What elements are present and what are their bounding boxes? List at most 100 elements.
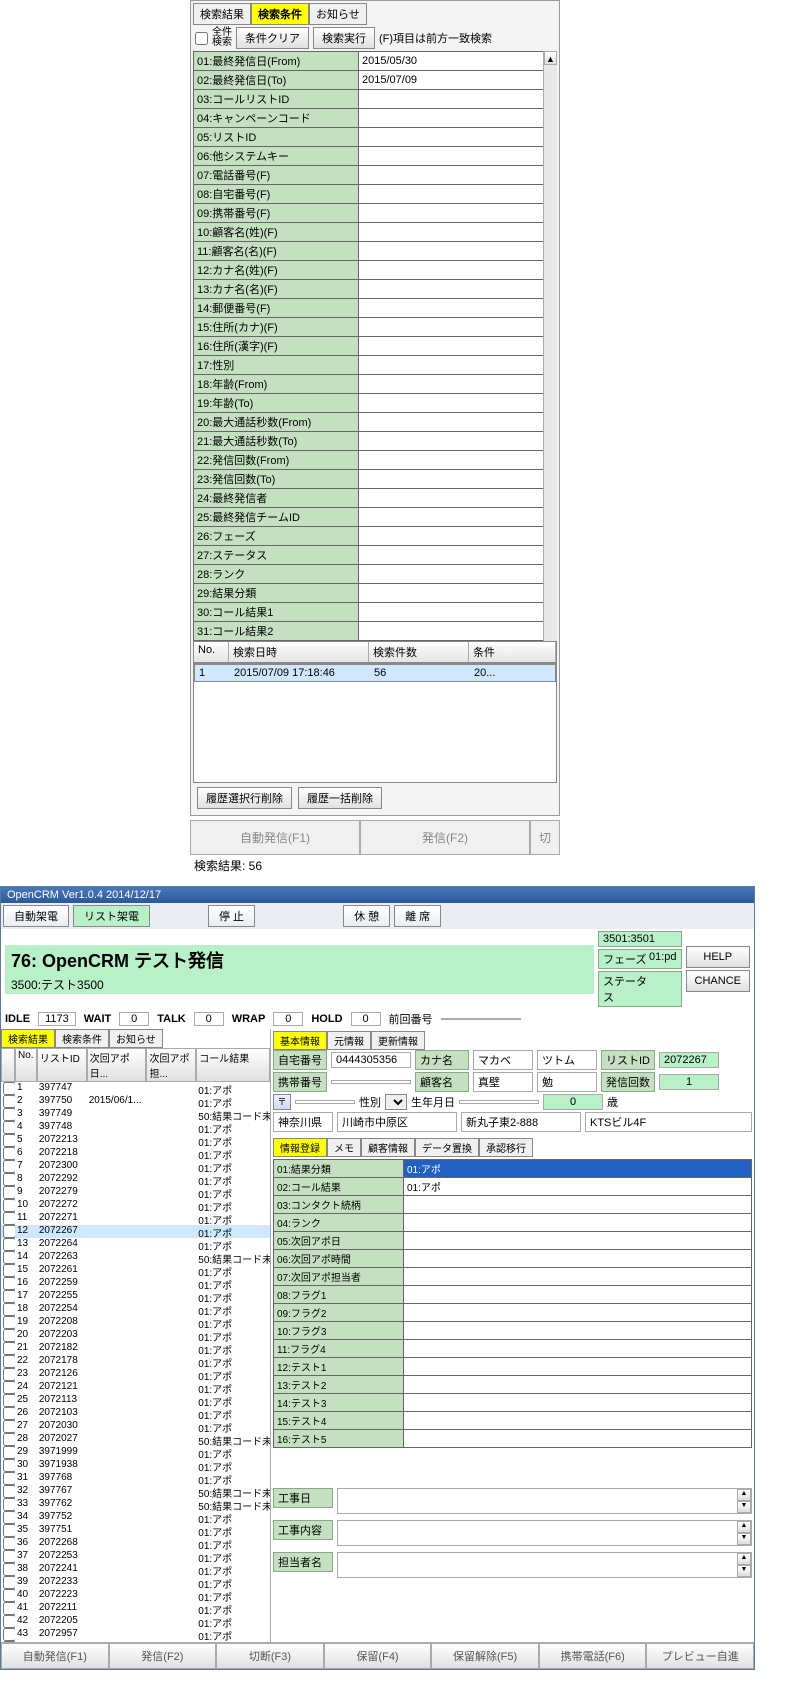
addr-value[interactable]: 新丸子東2-888 <box>461 1112 581 1132</box>
chance-button[interactable]: CHANCE <box>686 970 750 992</box>
list-row[interactable]: 12207226701:アポ <box>1 1225 270 1238</box>
row-checkbox[interactable] <box>3 1303 15 1316</box>
register-value[interactable] <box>404 1322 752 1340</box>
list-row[interactable]: 24207212101:アポ <box>1 1381 270 1394</box>
clear-conditions-button[interactable]: 条件クリア <box>236 27 309 49</box>
building-value[interactable]: KTSビル4F <box>585 1112 752 1132</box>
row-checkbox[interactable] <box>3 1524 15 1537</box>
spin-down-icon[interactable]: ▼ <box>737 1501 751 1513</box>
kana-sei[interactable]: マカベ <box>473 1050 533 1070</box>
tab-register[interactable]: 情報登録 <box>273 1138 327 1157</box>
list-row[interactable]: 22207217801:アポ <box>1 1355 270 1368</box>
condition-input[interactable] <box>359 413 557 432</box>
condition-input[interactable] <box>359 451 557 470</box>
register-value[interactable] <box>404 1394 752 1412</box>
list-row[interactable]: 15207226101:アポ <box>1 1264 270 1277</box>
list-dial-button[interactable]: リスト架電 <box>73 905 150 927</box>
row-checkbox[interactable] <box>3 1160 15 1173</box>
footer-button[interactable]: 保留(F4) <box>324 1643 432 1669</box>
list-row[interactable]: 17207225501:アポ <box>1 1290 270 1303</box>
row-checkbox[interactable] <box>3 1147 15 1160</box>
list-row[interactable]: 43207295701:アポ <box>1 1628 270 1641</box>
register-value[interactable] <box>404 1196 752 1214</box>
register-value[interactable]: 01:アポ <box>404 1178 752 1196</box>
condition-input[interactable] <box>359 204 557 223</box>
row-checkbox[interactable] <box>3 1407 15 1420</box>
condition-input[interactable]: 2015/05/30 <box>359 52 557 71</box>
row-checkbox[interactable] <box>3 1394 15 1407</box>
list-row[interactable]: 41207221101:アポ <box>1 1602 270 1615</box>
condition-input[interactable] <box>359 280 557 299</box>
tab-update-info[interactable]: 更新情報 <box>371 1031 425 1050</box>
row-checkbox[interactable] <box>3 1342 15 1355</box>
list-row[interactable]: 14207226350:結果コード未 <box>1 1251 270 1264</box>
condition-input[interactable] <box>359 299 557 318</box>
condition-input[interactable] <box>359 166 557 185</box>
row-checkbox[interactable] <box>3 1459 15 1472</box>
footer-button[interactable]: 自動発信(F1) <box>1 1643 109 1669</box>
condition-input[interactable] <box>359 546 557 565</box>
tab-orig-info[interactable]: 元情報 <box>327 1031 371 1050</box>
tab-notice[interactable]: お知らせ <box>309 3 367 25</box>
condition-input[interactable] <box>359 356 557 375</box>
customer-sei[interactable]: 真壁 <box>473 1072 533 1092</box>
list-row[interactable]: 10207227201:アポ <box>1 1199 270 1212</box>
row-checkbox[interactable] <box>3 1550 15 1563</box>
list-row[interactable]: 3139776801:アポ <box>1 1472 270 1485</box>
list-row[interactable]: 36207226801:アポ <box>1 1537 270 1550</box>
list-row[interactable]: 25207211301:アポ <box>1 1394 270 1407</box>
condition-input[interactable] <box>359 242 557 261</box>
tab-conditions[interactable]: 検索条件 <box>251 3 309 25</box>
list-row[interactable]: 40207222301:アポ <box>1 1589 270 1602</box>
spin-up-icon[interactable]: ▲ <box>737 1489 751 1501</box>
sex-select[interactable] <box>385 1094 407 1110</box>
execute-search-button[interactable]: 検索実行 <box>313 27 375 49</box>
register-value[interactable] <box>404 1304 752 1322</box>
memo-content-input[interactable]: ▲▼ <box>337 1520 752 1546</box>
list-row[interactable]: 37207225301:アポ <box>1 1550 270 1563</box>
register-value[interactable] <box>404 1232 752 1250</box>
row-checkbox[interactable] <box>3 1329 15 1342</box>
tab-customer[interactable]: 顧客情報 <box>361 1138 415 1157</box>
spin-up-icon[interactable]: ▲ <box>737 1553 751 1565</box>
stop-button[interactable]: 停 止 <box>208 905 255 927</box>
mobile-value[interactable] <box>331 1080 411 1084</box>
list-row[interactable]: 38207224101:アポ <box>1 1563 270 1576</box>
condition-input[interactable] <box>359 603 557 622</box>
row-checkbox[interactable] <box>3 1433 15 1446</box>
register-value[interactable] <box>404 1286 752 1304</box>
row-checkbox[interactable] <box>3 1420 15 1433</box>
condition-input[interactable] <box>359 147 557 166</box>
condition-input[interactable] <box>359 584 557 603</box>
tab-results[interactable]: 検索結果 <box>193 3 251 25</box>
list-row[interactable]: 5207221301:アポ <box>1 1134 270 1147</box>
row-checkbox[interactable] <box>3 1472 15 1485</box>
footer-button[interactable]: 携帯電話(F6) <box>539 1643 647 1669</box>
list-row[interactable]: 29397199901:アポ <box>1 1446 270 1459</box>
list-row[interactable]: 339774950:結果コード未 <box>1 1108 270 1121</box>
list-row[interactable]: 3539775101:アポ <box>1 1524 270 1537</box>
row-checkbox[interactable] <box>3 1199 15 1212</box>
spin-down-icon[interactable]: ▼ <box>737 1565 751 1577</box>
condition-input[interactable] <box>359 109 557 128</box>
list-row[interactable]: 20207220301:アポ <box>1 1329 270 1342</box>
list-row[interactable]: 30397193801:アポ <box>1 1459 270 1472</box>
row-checkbox[interactable] <box>3 1537 15 1550</box>
list-row[interactable]: 7207230001:アポ <box>1 1160 270 1173</box>
dob-value[interactable] <box>459 1100 539 1104</box>
condition-input[interactable] <box>359 394 557 413</box>
tab-basic-info[interactable]: 基本情報 <box>273 1031 327 1050</box>
cut-button[interactable]: 切 <box>530 820 560 855</box>
list-row[interactable]: 139774701:アポ <box>1 1082 270 1095</box>
tab-approve[interactable]: 承認移行 <box>479 1138 533 1157</box>
row-checkbox[interactable] <box>3 1264 15 1277</box>
delete-all-history-button[interactable]: 履歴一括削除 <box>298 787 382 809</box>
zip-value[interactable] <box>295 1100 355 1104</box>
list-row[interactable]: 3239776750:結果コード未 <box>1 1485 270 1498</box>
condition-input[interactable] <box>359 470 557 489</box>
tab-replace[interactable]: データ置換 <box>415 1138 479 1157</box>
scrollbar[interactable]: ▲ <box>543 51 557 641</box>
help-button[interactable]: HELP <box>686 946 750 968</box>
list-row[interactable]: 21207218201:アポ <box>1 1342 270 1355</box>
left-tab-conditions[interactable]: 検索条件 <box>55 1029 109 1048</box>
